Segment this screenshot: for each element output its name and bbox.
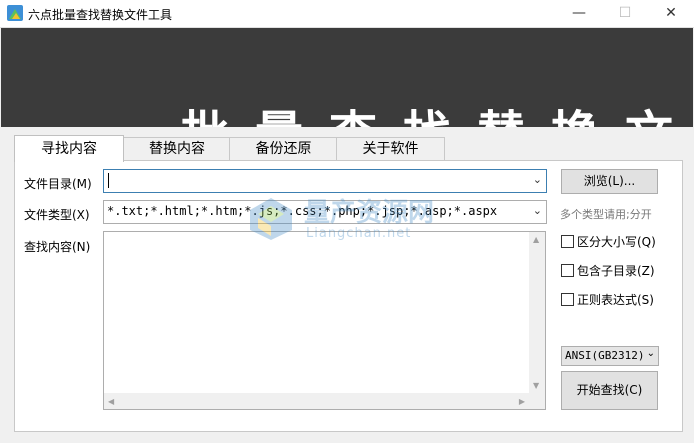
scroll-up-icon[interactable]: ▲ [533,235,539,244]
tab-about[interactable]: 关于软件 [336,137,445,161]
type-hint: 多个类型请用;分开 [560,208,652,221]
regex-checkbox[interactable]: 正则表达式(S) [561,291,654,308]
tab-backup-restore[interactable]: 备份还原 [229,137,338,161]
vertical-scrollbar[interactable]: ▲ ▼ [529,232,545,393]
checkbox-box[interactable] [561,293,574,306]
scroll-down-icon[interactable]: ▼ [533,381,539,390]
title-bar: 六点批量查找替换文件工具 — ☐ ✕ [0,0,694,28]
tab-replace[interactable]: 替换内容 [123,137,231,161]
chevron-down-icon[interactable]: ⌄ [533,204,542,217]
text-caret [108,173,109,188]
maximize-button[interactable]: ☐ [602,0,648,27]
dir-combo[interactable]: ⌄ [103,169,547,193]
chevron-down-icon[interactable]: ⌄ [647,348,655,359]
checkbox-box[interactable] [561,264,574,277]
scroll-corner [529,393,545,409]
encoding-value: ANSI(GB2312) [565,349,645,362]
start-find-button[interactable]: 开始查找(C) [561,371,658,410]
chevron-down-icon[interactable]: ⌄ [533,173,542,186]
find-label: 查找内容(N) [24,240,91,254]
type-value: *.txt;*.html;*.htm;*.js;*.css;*.php;*.js… [107,204,498,218]
browse-button[interactable]: 浏览(L)... [561,169,658,194]
close-button[interactable]: ✕ [648,0,694,27]
dir-label: 文件目录(M) [24,177,92,191]
find-textarea[interactable]: ▲ ▼ ◀ ▶ [103,231,546,410]
header-banner: 批量查找替换文件工具 [1,28,693,127]
app-logo-icon [7,5,23,21]
checkbox-box[interactable] [561,235,574,248]
window-title: 六点批量查找替换文件工具 [28,8,173,22]
type-combo[interactable]: *.txt;*.html;*.htm;*.js;*.css;*.php;*.js… [103,200,547,224]
include-subdirs-checkbox[interactable]: 包含子目录(Z) [561,262,655,279]
case-sensitive-checkbox[interactable]: 区分大小写(Q) [561,233,656,250]
encoding-select[interactable]: ANSI(GB2312) ⌄ [561,346,659,366]
horizontal-scrollbar[interactable]: ◀ ▶ [104,393,529,409]
minimize-button[interactable]: — [556,0,602,27]
banner-title: 批量查找替换文件工具 [181,110,693,127]
type-label: 文件类型(X) [24,208,90,222]
case-sensitive-label: 区分大小写(Q) [577,235,656,249]
regex-label: 正则表达式(S) [577,293,654,307]
include-subdirs-label: 包含子目录(Z) [577,264,655,278]
scroll-right-icon[interactable]: ▶ [519,397,525,406]
scroll-left-icon[interactable]: ◀ [108,397,114,406]
tab-find[interactable]: 寻找内容 [14,135,124,162]
